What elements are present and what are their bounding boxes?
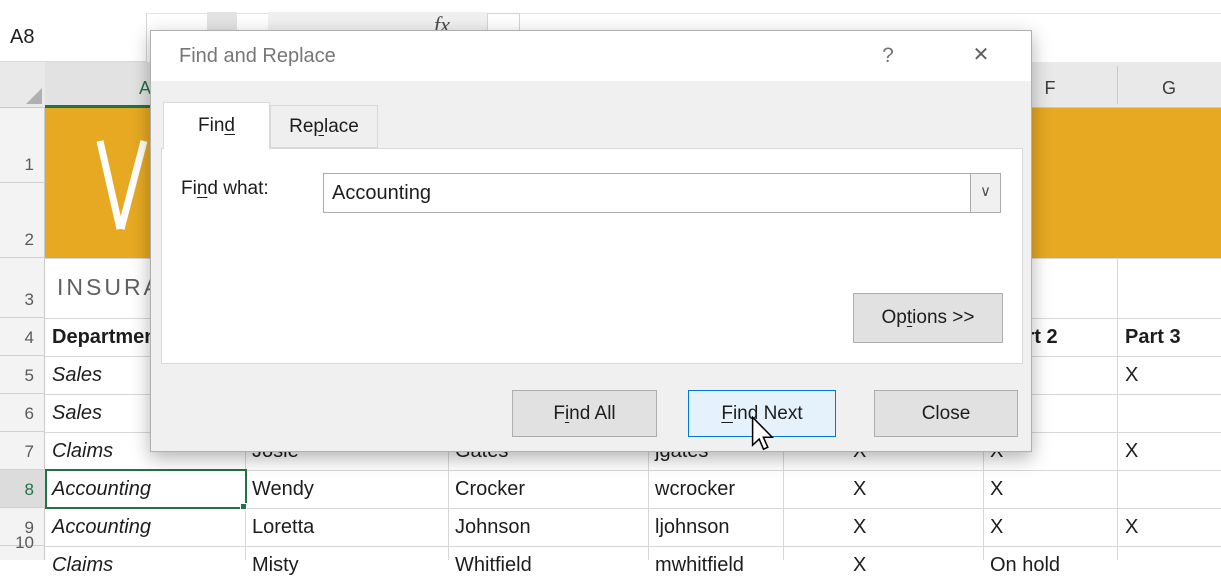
cell-C8[interactable]: Crocker xyxy=(455,470,525,508)
row-header-8[interactable]: 8 xyxy=(0,470,45,508)
cell-D8[interactable]: wcrocker xyxy=(655,470,735,508)
cell-A5[interactable]: Sales xyxy=(52,356,102,394)
cell-D10[interactable]: mwhitfield xyxy=(655,546,744,584)
gridline xyxy=(45,508,1221,509)
close-icon[interactable]: ✕ xyxy=(961,31,1001,81)
find-all-button[interactable]: Find All xyxy=(512,390,657,437)
find-what-value[interactable]: Accounting xyxy=(332,174,431,212)
cell-C9[interactable]: Johnson xyxy=(455,508,531,546)
find-next-button[interactable]: Find Next xyxy=(688,390,836,437)
cell-G7[interactable]: X xyxy=(1125,432,1138,470)
select-all-corner-icon[interactable] xyxy=(26,88,42,104)
row-header-4[interactable]: 4 xyxy=(0,318,45,356)
row-header-3[interactable]: 3 xyxy=(0,258,45,318)
gridline xyxy=(45,470,1221,471)
cell-D9[interactable]: ljohnson xyxy=(655,508,730,546)
cell-A7[interactable]: Claims xyxy=(52,432,113,470)
cell-E10[interactable]: X xyxy=(853,546,866,584)
cell-A4[interactable]: Department xyxy=(52,318,163,356)
cell-E9[interactable]: X xyxy=(853,508,866,546)
cell-F10[interactable]: On hold xyxy=(990,546,1060,584)
cell-G9[interactable]: X xyxy=(1125,508,1138,546)
formula-bar-buttons-top xyxy=(207,12,237,30)
close-button[interactable]: Close xyxy=(874,390,1018,437)
find-what-combobox[interactable]: Accounting ∨ xyxy=(323,173,1001,213)
cell-B10[interactable]: Misty xyxy=(252,546,299,584)
find-and-replace-dialog: Find and Replace ? ✕ Find Replace Find w… xyxy=(150,30,1032,452)
cell-B9[interactable]: Loretta xyxy=(252,508,314,546)
tab-find[interactable]: Find xyxy=(163,102,270,149)
cell-F9[interactable]: X xyxy=(990,508,1003,546)
row-header-6[interactable]: 6 xyxy=(0,394,45,432)
cell-A8-selected[interactable]: Accounting xyxy=(52,470,151,508)
fill-handle[interactable] xyxy=(240,503,247,510)
cell-A6[interactable]: Sales xyxy=(52,394,102,432)
options-button[interactable]: Options >> xyxy=(853,293,1003,343)
cell-C10[interactable]: Whitfield xyxy=(455,546,532,584)
row-header-7[interactable]: 7 xyxy=(0,432,45,470)
cell-G5[interactable]: X xyxy=(1125,356,1138,394)
chevron-down-icon[interactable]: ∨ xyxy=(970,174,1000,212)
cell-A9[interactable]: Accounting xyxy=(52,508,151,546)
cell-E8[interactable]: X xyxy=(853,470,866,508)
find-what-label: Find what: xyxy=(181,178,269,200)
dialog-title-bar[interactable]: Find and Replace ? ✕ xyxy=(151,31,1031,81)
cell-A10[interactable]: Claims xyxy=(52,546,113,584)
row-header-1[interactable]: 1 xyxy=(0,108,45,183)
dialog-title: Find and Replace xyxy=(179,31,336,81)
ribbon-bottom-divider xyxy=(0,13,1221,14)
row-header-10[interactable]: 10 xyxy=(0,546,45,560)
help-icon[interactable]: ? xyxy=(873,31,903,81)
cell-F8[interactable]: X xyxy=(990,470,1003,508)
row-header-2[interactable]: 2 xyxy=(0,183,45,258)
row-header-5[interactable]: 5 xyxy=(0,356,45,394)
gridline xyxy=(1117,258,1118,560)
name-box[interactable]: A8 xyxy=(0,13,147,62)
column-header-divider xyxy=(1117,66,1118,104)
logo-v-mark xyxy=(90,138,152,232)
tab-replace[interactable]: Replace xyxy=(270,105,378,148)
cell-B8[interactable]: Wendy xyxy=(252,470,314,508)
column-header-G[interactable]: G xyxy=(1117,62,1221,108)
cell-G4[interactable]: Part 3 xyxy=(1125,318,1181,356)
